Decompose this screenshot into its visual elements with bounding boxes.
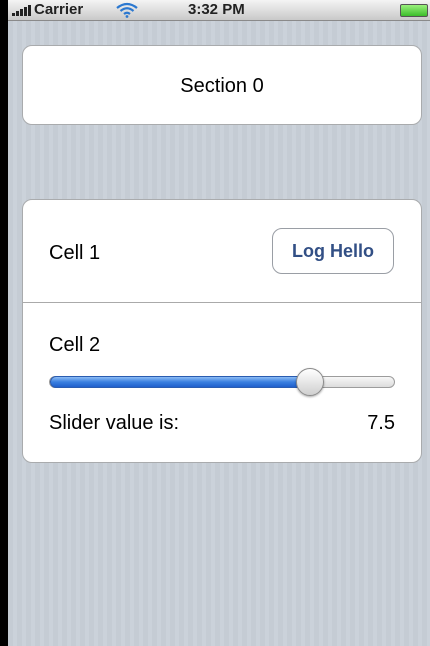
carrier-name: Carrier [34,1,84,18]
section-0-group: Section 0 [22,45,422,125]
cell-1-label: Cell 1 [49,242,101,264]
slider-value-caption: Slider value is: [49,412,180,434]
wifi-icon [116,2,138,18]
log-hello-button[interactable]: Log Hello [272,228,394,274]
section-1-group: Cell 1 Log Hello Cell 2 Slider value is:… [22,199,422,463]
iphone-screen: Carrier 3:32 PM Section 0 Cell 1 Log Hel… [8,0,430,646]
slider-thumb[interactable] [296,368,324,396]
cell-2-label: Cell 2 [49,334,101,356]
status-time: 3:32 PM [188,1,245,18]
battery-icon [400,4,428,17]
cell-1: Cell 1 Log Hello [23,200,421,302]
slider-fill [50,376,310,388]
signal-strength-icon [12,4,34,16]
slider-value: 7.5 [367,412,395,434]
cell-divider [23,302,421,303]
value-slider[interactable] [49,368,395,396]
section-0-title: Section 0 [180,75,264,97]
status-bar: Carrier 3:32 PM [8,0,430,21]
